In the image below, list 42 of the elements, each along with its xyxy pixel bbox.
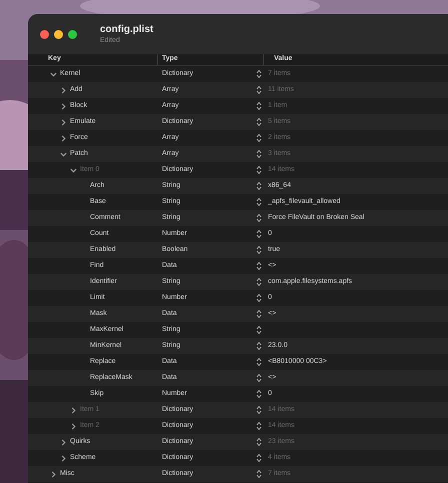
stepper-icon[interactable] xyxy=(256,309,262,319)
chevron-right-icon[interactable] xyxy=(60,86,67,94)
stepper-icon[interactable] xyxy=(256,437,262,447)
stepper-icon[interactable] xyxy=(256,117,262,127)
stepper-icon[interactable] xyxy=(256,373,262,383)
stepper-icon[interactable] xyxy=(256,133,262,143)
stepper-icon[interactable] xyxy=(256,357,262,367)
stepper-icon[interactable] xyxy=(256,389,262,399)
minimize-button[interactable] xyxy=(54,30,63,38)
chevron-right-icon[interactable] xyxy=(60,454,67,462)
stepper-icon[interactable] xyxy=(256,341,262,351)
chevron-right-icon[interactable] xyxy=(70,406,77,414)
stepper-icon[interactable] xyxy=(256,421,262,431)
chevron-right-icon[interactable] xyxy=(60,134,67,142)
stepper-icon[interactable] xyxy=(256,261,262,271)
stepper-icon[interactable] xyxy=(256,277,262,287)
chevron-down-icon[interactable] xyxy=(50,70,57,78)
stepper-icon[interactable] xyxy=(256,213,262,223)
stepper-icon[interactable] xyxy=(256,197,262,207)
chevron-right-icon[interactable] xyxy=(50,470,57,478)
stepper-icon[interactable] xyxy=(256,405,262,415)
stepper-icon[interactable] xyxy=(256,101,262,111)
window-title: config.plist xyxy=(100,24,154,34)
stepper-icon[interactable] xyxy=(256,165,262,175)
stepper-icon[interactable] xyxy=(256,293,262,303)
stepper-icon[interactable] xyxy=(256,85,262,95)
stepper-icon[interactable] xyxy=(256,453,262,463)
chevron-right-icon[interactable] xyxy=(60,102,67,110)
stepper-icon[interactable] xyxy=(256,181,262,191)
stepper-icon[interactable] xyxy=(256,229,262,239)
chevron-right-icon[interactable] xyxy=(70,422,77,430)
chevron-right-icon[interactable] xyxy=(60,438,67,446)
stepper-icon[interactable] xyxy=(256,245,262,255)
stepper-icon[interactable] xyxy=(256,69,262,79)
chevron-down-icon[interactable] xyxy=(70,166,77,174)
zoom-button[interactable] xyxy=(68,30,77,38)
stepper-icon[interactable] xyxy=(256,149,262,159)
close-button[interactable] xyxy=(40,30,49,38)
chevron-down-icon[interactable] xyxy=(60,150,67,158)
stepper-icon[interactable] xyxy=(256,325,262,335)
chevron-right-icon[interactable] xyxy=(60,118,67,126)
stepper-icon[interactable] xyxy=(256,469,262,479)
